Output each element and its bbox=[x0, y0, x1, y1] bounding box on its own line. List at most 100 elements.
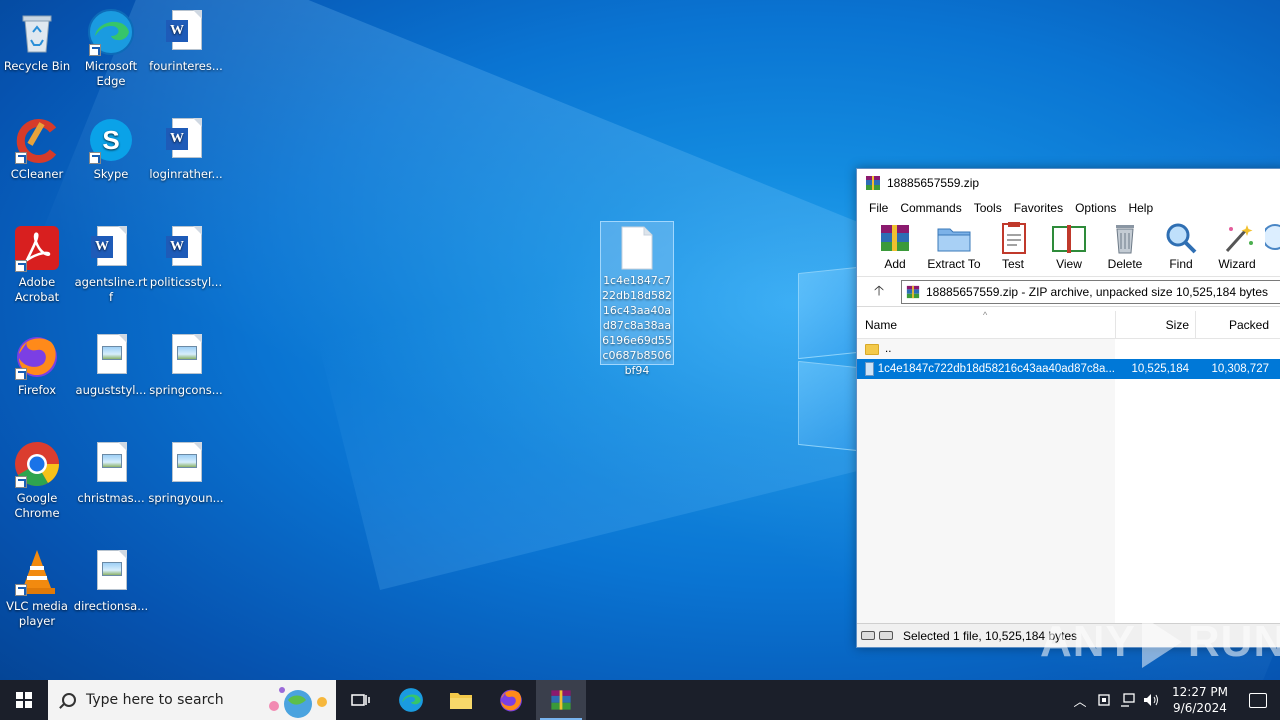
chevron-up-icon[interactable]: ︿ bbox=[1068, 680, 1092, 720]
volume-icon[interactable] bbox=[1140, 680, 1164, 720]
desktop-icon-firefox[interactable]: Firefox bbox=[0, 332, 75, 398]
window-titlebar[interactable]: 18885657559.zip bbox=[857, 169, 1280, 197]
image-file-icon bbox=[162, 332, 210, 380]
file-name: 1c4e1847c722db18d58216c43aa40ad87c8a... bbox=[877, 363, 1115, 375]
taskbar-edge[interactable] bbox=[386, 680, 436, 720]
view-label: View bbox=[1056, 257, 1082, 271]
desktop-icon-label: Recycle Bin bbox=[3, 59, 71, 73]
notification-center-button[interactable] bbox=[1236, 680, 1280, 720]
menu-tools[interactable]: Tools bbox=[968, 197, 1008, 219]
desktop-icon-label: Google Chrome bbox=[14, 491, 60, 520]
menu-help[interactable]: Help bbox=[1122, 197, 1159, 219]
key-icon[interactable] bbox=[879, 631, 893, 640]
desktop-icon-word-doc[interactable]: W fourinteres... bbox=[148, 8, 224, 74]
file-icon bbox=[865, 362, 874, 376]
archive-path-field[interactable]: 18885657559.zip - ZIP archive, unpacked … bbox=[901, 279, 1280, 304]
taskbar-search-box[interactable]: Type here to search bbox=[48, 680, 336, 720]
wallpaper-logo-pane bbox=[798, 266, 858, 360]
list-item-selected[interactable]: 1c4e1847c722db18d58216c43aa40ad87c8a... … bbox=[857, 359, 1280, 379]
find-button[interactable]: Find bbox=[1153, 219, 1209, 271]
test-button[interactable]: Test bbox=[985, 219, 1041, 271]
shortcut-arrow-icon bbox=[15, 260, 27, 272]
desktop-icon-image-file[interactable]: directionsa... bbox=[73, 548, 149, 614]
column-size[interactable]: Size bbox=[1115, 311, 1195, 338]
view-button[interactable]: View bbox=[1041, 219, 1097, 271]
skype-icon: S bbox=[87, 116, 135, 164]
image-file-icon bbox=[87, 332, 135, 380]
shortcut-arrow-icon bbox=[15, 476, 27, 488]
info-button[interactable] bbox=[1265, 219, 1280, 257]
desktop-icon-word-doc[interactable]: W loginrather... bbox=[148, 116, 224, 182]
desktop-icon-word-doc[interactable]: W agentsline.rtf bbox=[73, 224, 149, 305]
desktop-icon-skype[interactable]: S Skype bbox=[73, 116, 149, 182]
desktop-icon-label: christmas... bbox=[77, 491, 145, 505]
word-doc-icon: W bbox=[162, 116, 210, 164]
desktop-icon-adobe-acrobat[interactable]: Adobe Acrobat bbox=[0, 224, 75, 305]
view-book-icon bbox=[1051, 221, 1087, 255]
desktop-icon-image-file[interactable]: springyoun... bbox=[148, 440, 224, 506]
blank-file-icon bbox=[620, 226, 654, 270]
start-button[interactable] bbox=[0, 680, 48, 720]
task-view-button[interactable] bbox=[336, 680, 386, 720]
play-icon bbox=[1141, 616, 1182, 668]
menu-options[interactable]: Options bbox=[1069, 197, 1122, 219]
desktop-icon-label: Skype bbox=[93, 167, 129, 181]
window-title: 18885657559.zip bbox=[887, 176, 980, 190]
path-bar: 🡡 18885657559.zip - ZIP archive, unpacke… bbox=[857, 277, 1280, 307]
desktop-icon-label: Firefox bbox=[17, 383, 57, 397]
shortcut-arrow-icon bbox=[15, 152, 27, 164]
word-doc-icon: W bbox=[87, 224, 135, 272]
anyrun-watermark: ANY RUN bbox=[1040, 612, 1280, 672]
desktop-icon-image-file[interactable]: auguststyl... bbox=[73, 332, 149, 398]
desktop-icon-recycle-bin[interactable]: Recycle Bin bbox=[0, 8, 75, 74]
desktop-icon-image-file[interactable]: christmas... bbox=[73, 440, 149, 506]
trash-can-icon bbox=[1107, 221, 1143, 255]
ccleaner-icon bbox=[13, 116, 61, 164]
desktop-icon-microsoft-edge[interactable]: Microsoft Edge bbox=[73, 8, 149, 89]
device-icon[interactable] bbox=[1092, 680, 1116, 720]
desktop-icon-ccleaner[interactable]: CCleaner bbox=[0, 116, 75, 182]
system-tray: ︿ 12:27 PM 9/6/2024 bbox=[1068, 680, 1280, 720]
desktop-icon-label: fourinteres... bbox=[149, 59, 223, 73]
extract-to-button[interactable]: Extract To bbox=[923, 219, 985, 271]
watermark-right: RUN bbox=[1187, 617, 1280, 666]
clock[interactable]: 12:27 PM 9/6/2024 bbox=[1164, 684, 1236, 716]
wizard-button[interactable]: Wizard bbox=[1209, 219, 1265, 271]
desktop-icon-image-file[interactable]: springcons... bbox=[148, 332, 224, 398]
parent-folder-icon bbox=[865, 343, 879, 355]
delete-label: Delete bbox=[1107, 257, 1143, 271]
svg-text:S: S bbox=[102, 125, 119, 155]
column-packed[interactable]: Packed bbox=[1195, 311, 1275, 338]
delete-button[interactable]: Delete bbox=[1097, 219, 1153, 271]
list-item[interactable]: .. bbox=[857, 339, 1280, 359]
taskbar-winrar[interactable] bbox=[536, 680, 586, 720]
desktop-icon-word-doc[interactable]: W politicsstyl... bbox=[148, 224, 224, 290]
menu-commands[interactable]: Commands bbox=[894, 197, 967, 219]
desktop-icon-google-chrome[interactable]: Google Chrome bbox=[0, 440, 75, 521]
desktop-icon-label: Microsoft Edge bbox=[84, 59, 138, 88]
add-button[interactable]: Add bbox=[867, 219, 923, 271]
word-doc-icon: W bbox=[162, 224, 210, 272]
winrar-window[interactable]: 18885657559.zip File Commands Tools Favo… bbox=[856, 168, 1280, 648]
network-icon[interactable] bbox=[1116, 680, 1140, 720]
winrar-app-icon bbox=[865, 175, 881, 191]
magnifier-icon bbox=[1163, 221, 1199, 255]
taskbar-file-explorer[interactable] bbox=[436, 680, 486, 720]
drive-icon[interactable] bbox=[861, 631, 875, 640]
menu-file[interactable]: File bbox=[863, 197, 894, 219]
up-arrow-icon[interactable]: 🡡 bbox=[857, 280, 901, 304]
zip-archive-icon bbox=[906, 285, 920, 299]
desktop-icon-label: politicsstyl... bbox=[149, 275, 223, 289]
taskbar-firefox[interactable] bbox=[486, 680, 536, 720]
word-doc-icon: W bbox=[162, 8, 210, 56]
shortcut-arrow-icon bbox=[89, 44, 101, 56]
shortcut-arrow-icon bbox=[89, 152, 101, 164]
menu-bar: File Commands Tools Favorites Options He… bbox=[857, 197, 1280, 219]
desktop-icon-vlc[interactable]: VLC media player bbox=[0, 548, 75, 629]
desktop-selected-file[interactable]: 1c4e1847c722db18d58216c43aa40ad87c8a38aa… bbox=[600, 221, 674, 377]
menu-favorites[interactable]: Favorites bbox=[1008, 197, 1069, 219]
watermark-left: ANY bbox=[1040, 617, 1136, 666]
image-file-icon bbox=[87, 548, 135, 596]
info-icon bbox=[1265, 221, 1280, 255]
image-file-icon bbox=[162, 440, 210, 488]
